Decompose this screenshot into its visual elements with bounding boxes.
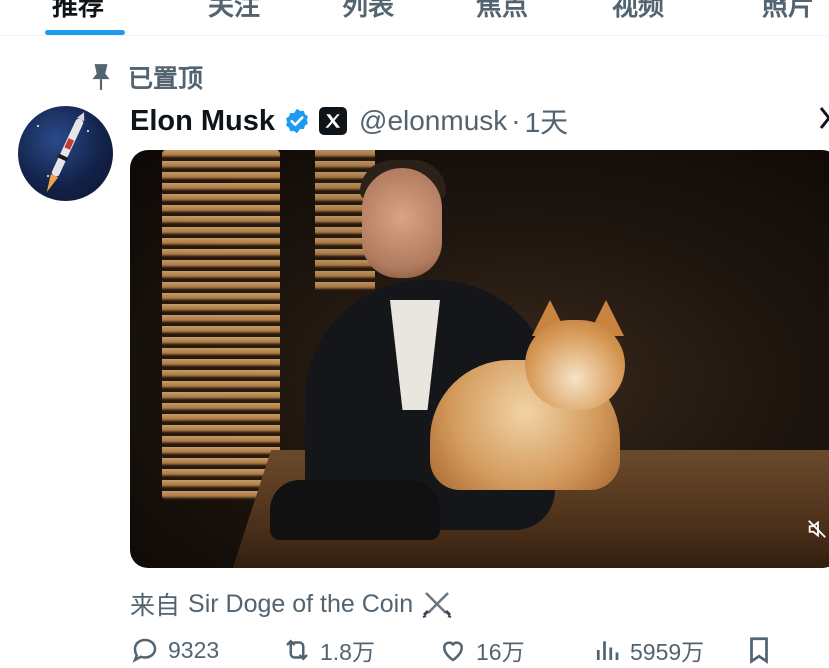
like-button[interactable]: 16万 bbox=[438, 632, 525, 668]
view-count: 5959万 bbox=[630, 639, 705, 665]
tab-focus[interactable]: 焦点 bbox=[476, 0, 528, 23]
tab-lists[interactable]: 列表 bbox=[342, 0, 394, 23]
source-prefix: 来自 bbox=[130, 592, 181, 620]
x-logo-icon[interactable] bbox=[319, 107, 348, 135]
man-head bbox=[362, 168, 442, 278]
pin-icon bbox=[92, 64, 110, 90]
timestamp[interactable]: 1天 bbox=[525, 101, 569, 141]
reply-count: 9323 bbox=[168, 636, 220, 663]
top-tab-bar: 推荐 关注 列表 焦点 视频 照片 bbox=[0, 0, 829, 36]
separator-dot: · bbox=[511, 105, 521, 136]
bookmark-icon bbox=[750, 637, 768, 664]
bookmark-button[interactable] bbox=[744, 632, 782, 668]
retweet-count: 1.8万 bbox=[320, 639, 375, 665]
tab-photos[interactable]: 照片 bbox=[762, 0, 814, 23]
source-caption: 来自 Sir Doge of the Coin bbox=[130, 586, 453, 622]
retweet-icon bbox=[286, 639, 308, 661]
tab-videos[interactable]: 视频 bbox=[612, 0, 664, 23]
tab-following[interactable]: 关注 bbox=[208, 0, 260, 23]
tab-recommended[interactable]: 推荐 bbox=[52, 0, 104, 23]
source-name[interactable]: Sir Doge of the Coin bbox=[188, 590, 413, 619]
more-options-icon[interactable] bbox=[819, 104, 829, 138]
avatar[interactable] bbox=[18, 106, 113, 201]
views-button[interactable]: 5959万 bbox=[592, 632, 704, 668]
author-handle[interactable]: @elonmusk bbox=[359, 105, 507, 137]
window-blinds bbox=[162, 150, 280, 500]
pinned-indicator: 已置顶 bbox=[88, 60, 203, 94]
crossed-swords-icon bbox=[422, 592, 452, 618]
retweet-button[interactable]: 1.8万 bbox=[282, 632, 375, 668]
dog-head bbox=[525, 320, 625, 410]
author-name[interactable]: Elon Musk bbox=[130, 105, 275, 138]
rotary-phone bbox=[270, 480, 440, 540]
active-tab-indicator bbox=[45, 30, 125, 35]
reply-icon bbox=[132, 638, 157, 663]
reply-button[interactable]: 9323 bbox=[130, 632, 219, 668]
tweet-header: Elon Musk @elonmusk · 1天 bbox=[130, 100, 568, 142]
muted-volume-icon[interactable] bbox=[806, 518, 828, 540]
like-count: 16万 bbox=[476, 639, 525, 665]
views-chart-icon bbox=[596, 641, 619, 660]
pinned-label: 已置顶 bbox=[128, 65, 204, 93]
tweet-action-bar: 9323 1.8万 16万 5959万 bbox=[130, 632, 829, 668]
heart-icon bbox=[442, 641, 464, 662]
verified-badge-icon bbox=[286, 108, 308, 134]
rocket-image-icon bbox=[37, 112, 89, 192]
tweet-media-video[interactable] bbox=[130, 150, 829, 568]
